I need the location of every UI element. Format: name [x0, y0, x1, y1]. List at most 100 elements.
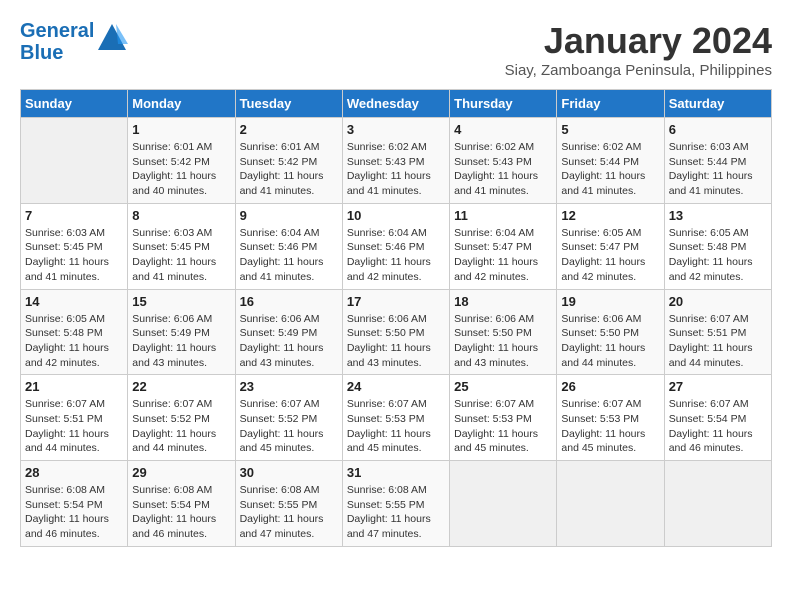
day-number: 27	[669, 379, 767, 394]
calendar-cell: 6 Sunrise: 6:03 AM Sunset: 5:44 PM Daylig…	[664, 118, 771, 204]
logo: General Blue	[20, 20, 128, 64]
header-day-friday: Friday	[557, 90, 664, 118]
header-day-tuesday: Tuesday	[235, 90, 342, 118]
day-number: 13	[669, 208, 767, 223]
day-info: Sunrise: 6:05 AM Sunset: 5:48 PM Dayligh…	[669, 226, 767, 285]
day-info: Sunrise: 6:08 AM Sunset: 5:54 PM Dayligh…	[132, 483, 230, 542]
week-row-3: 14Sunrise: 6:05 AM Sunset: 5:48 PM Dayli…	[21, 289, 772, 375]
day-info: Sunrise: 6:08 AM Sunset: 5:55 PM Dayligh…	[240, 483, 338, 542]
calendar-cell: 25 Sunrise: 6:07 AM Sunset: 5:53 PM Dayli…	[450, 375, 557, 461]
calendar-cell: 1 Sunrise: 6:01 AM Sunset: 5:42 PM Daylig…	[128, 118, 235, 204]
day-number: 20	[669, 294, 767, 309]
title-block: January 2024 Siay, Zamboanga Peninsula, …	[505, 20, 772, 79]
day-info: Sunrise: 6:07 AM Sunset: 5:51 PM Dayligh…	[669, 312, 767, 371]
calendar-cell: 16 Sunrise: 6:06 AM Sunset: 5:49 PM Dayli…	[235, 289, 342, 375]
day-info: Sunrise: 6:04 AM Sunset: 5:46 PM Dayligh…	[347, 226, 445, 285]
day-info: Sunrise: 6:04 AM Sunset: 5:46 PM Dayligh…	[240, 226, 338, 285]
day-number: 21	[25, 379, 123, 394]
day-number: 19	[561, 294, 659, 309]
day-info: Sunrise: 6:05 AM Sunset: 5:48 PM Dayligh…	[25, 312, 123, 371]
day-number: 6	[669, 122, 767, 137]
calendar-cell: 5 Sunrise: 6:02 AM Sunset: 5:44 PM Daylig…	[557, 118, 664, 204]
day-number: 18	[454, 294, 552, 309]
day-number: 25	[454, 379, 552, 394]
day-info: Sunrise: 6:01 AM Sunset: 5:42 PM Dayligh…	[132, 140, 230, 199]
day-info: Sunrise: 6:07 AM Sunset: 5:52 PM Dayligh…	[132, 397, 230, 456]
header-row: SundayMondayTuesdayWednesdayThursdayFrid…	[21, 90, 772, 118]
day-info: Sunrise: 6:02 AM Sunset: 5:43 PM Dayligh…	[454, 140, 552, 199]
day-number: 5	[561, 122, 659, 137]
day-number: 7	[25, 208, 123, 223]
logo-line2: Blue	[20, 42, 94, 64]
calendar-cell: 27 Sunrise: 6:07 AM Sunset: 5:54 PM Dayli…	[664, 375, 771, 461]
calendar-cell: 22 Sunrise: 6:07 AM Sunset: 5:52 PM Dayli…	[128, 375, 235, 461]
calendar-cell: 21Sunrise: 6:07 AM Sunset: 5:51 PM Dayli…	[21, 375, 128, 461]
day-info: Sunrise: 6:07 AM Sunset: 5:53 PM Dayligh…	[454, 397, 552, 456]
day-info: Sunrise: 6:06 AM Sunset: 5:50 PM Dayligh…	[454, 312, 552, 371]
calendar-cell: 24Sunrise: 6:07 AM Sunset: 5:53 PM Dayli…	[342, 375, 449, 461]
day-info: Sunrise: 6:06 AM Sunset: 5:49 PM Dayligh…	[132, 312, 230, 371]
calendar-cell	[450, 461, 557, 547]
day-info: Sunrise: 6:08 AM Sunset: 5:55 PM Dayligh…	[347, 483, 445, 542]
day-number: 26	[561, 379, 659, 394]
day-info: Sunrise: 6:01 AM Sunset: 5:42 PM Dayligh…	[240, 140, 338, 199]
day-info: Sunrise: 6:03 AM Sunset: 5:45 PM Dayligh…	[132, 226, 230, 285]
week-row-2: 7 Sunrise: 6:03 AM Sunset: 5:45 PM Daylig…	[21, 203, 772, 289]
calendar-cell: 20 Sunrise: 6:07 AM Sunset: 5:51 PM Dayli…	[664, 289, 771, 375]
day-info: Sunrise: 6:08 AM Sunset: 5:54 PM Dayligh…	[25, 483, 123, 542]
day-number: 29	[132, 465, 230, 480]
header-day-sunday: Sunday	[21, 90, 128, 118]
day-info: Sunrise: 6:03 AM Sunset: 5:44 PM Dayligh…	[669, 140, 767, 199]
calendar-cell: 15 Sunrise: 6:06 AM Sunset: 5:49 PM Dayli…	[128, 289, 235, 375]
day-number: 23	[240, 379, 338, 394]
day-number: 15	[132, 294, 230, 309]
calendar-cell	[557, 461, 664, 547]
calendar-cell: 28 Sunrise: 6:08 AM Sunset: 5:54 PM Dayli…	[21, 461, 128, 547]
day-info: Sunrise: 6:07 AM Sunset: 5:53 PM Dayligh…	[347, 397, 445, 456]
calendar-cell: 18 Sunrise: 6:06 AM Sunset: 5:50 PM Dayli…	[450, 289, 557, 375]
logo-line1: General	[20, 20, 94, 42]
week-row-5: 28 Sunrise: 6:08 AM Sunset: 5:54 PM Dayli…	[21, 461, 772, 547]
header-day-thursday: Thursday	[450, 90, 557, 118]
day-number: 8	[132, 208, 230, 223]
location-subtitle: Siay, Zamboanga Peninsula, Philippines	[505, 62, 772, 79]
day-number: 3	[347, 122, 445, 137]
calendar-cell: 9 Sunrise: 6:04 AM Sunset: 5:46 PM Daylig…	[235, 203, 342, 289]
day-number: 22	[132, 379, 230, 394]
day-info: Sunrise: 6:06 AM Sunset: 5:49 PM Dayligh…	[240, 312, 338, 371]
day-number: 10	[347, 208, 445, 223]
calendar-cell: 13 Sunrise: 6:05 AM Sunset: 5:48 PM Dayli…	[664, 203, 771, 289]
calendar-cell: 4 Sunrise: 6:02 AM Sunset: 5:43 PM Daylig…	[450, 118, 557, 204]
header-day-wednesday: Wednesday	[342, 90, 449, 118]
day-number: 28	[25, 465, 123, 480]
day-number: 2	[240, 122, 338, 137]
day-number: 11	[454, 208, 552, 223]
day-info: Sunrise: 6:04 AM Sunset: 5:47 PM Dayligh…	[454, 226, 552, 285]
calendar-cell: 14Sunrise: 6:05 AM Sunset: 5:48 PM Dayli…	[21, 289, 128, 375]
calendar-cell: 11 Sunrise: 6:04 AM Sunset: 5:47 PM Dayli…	[450, 203, 557, 289]
header-day-saturday: Saturday	[664, 90, 771, 118]
day-number: 4	[454, 122, 552, 137]
calendar-cell: 12 Sunrise: 6:05 AM Sunset: 5:47 PM Dayli…	[557, 203, 664, 289]
day-number: 17	[347, 294, 445, 309]
day-info: Sunrise: 6:06 AM Sunset: 5:50 PM Dayligh…	[347, 312, 445, 371]
day-info: Sunrise: 6:07 AM Sunset: 5:54 PM Dayligh…	[669, 397, 767, 456]
day-info: Sunrise: 6:05 AM Sunset: 5:47 PM Dayligh…	[561, 226, 659, 285]
calendar-cell: 10 Sunrise: 6:04 AM Sunset: 5:46 PM Dayli…	[342, 203, 449, 289]
day-info: Sunrise: 6:02 AM Sunset: 5:44 PM Dayligh…	[561, 140, 659, 199]
calendar-cell	[21, 118, 128, 204]
calendar-cell: 7 Sunrise: 6:03 AM Sunset: 5:45 PM Daylig…	[21, 203, 128, 289]
day-number: 31	[347, 465, 445, 480]
day-number: 16	[240, 294, 338, 309]
day-number: 1	[132, 122, 230, 137]
calendar-cell: 19Sunrise: 6:06 AM Sunset: 5:50 PM Dayli…	[557, 289, 664, 375]
week-row-1: 1 Sunrise: 6:01 AM Sunset: 5:42 PM Daylig…	[21, 118, 772, 204]
week-row-4: 21Sunrise: 6:07 AM Sunset: 5:51 PM Dayli…	[21, 375, 772, 461]
calendar-cell: 26Sunrise: 6:07 AM Sunset: 5:53 PM Dayli…	[557, 375, 664, 461]
header-day-monday: Monday	[128, 90, 235, 118]
day-number: 12	[561, 208, 659, 223]
calendar-cell: 29 Sunrise: 6:08 AM Sunset: 5:54 PM Dayli…	[128, 461, 235, 547]
day-info: Sunrise: 6:03 AM Sunset: 5:45 PM Dayligh…	[25, 226, 123, 285]
calendar-cell: 17 Sunrise: 6:06 AM Sunset: 5:50 PM Dayli…	[342, 289, 449, 375]
day-number: 9	[240, 208, 338, 223]
